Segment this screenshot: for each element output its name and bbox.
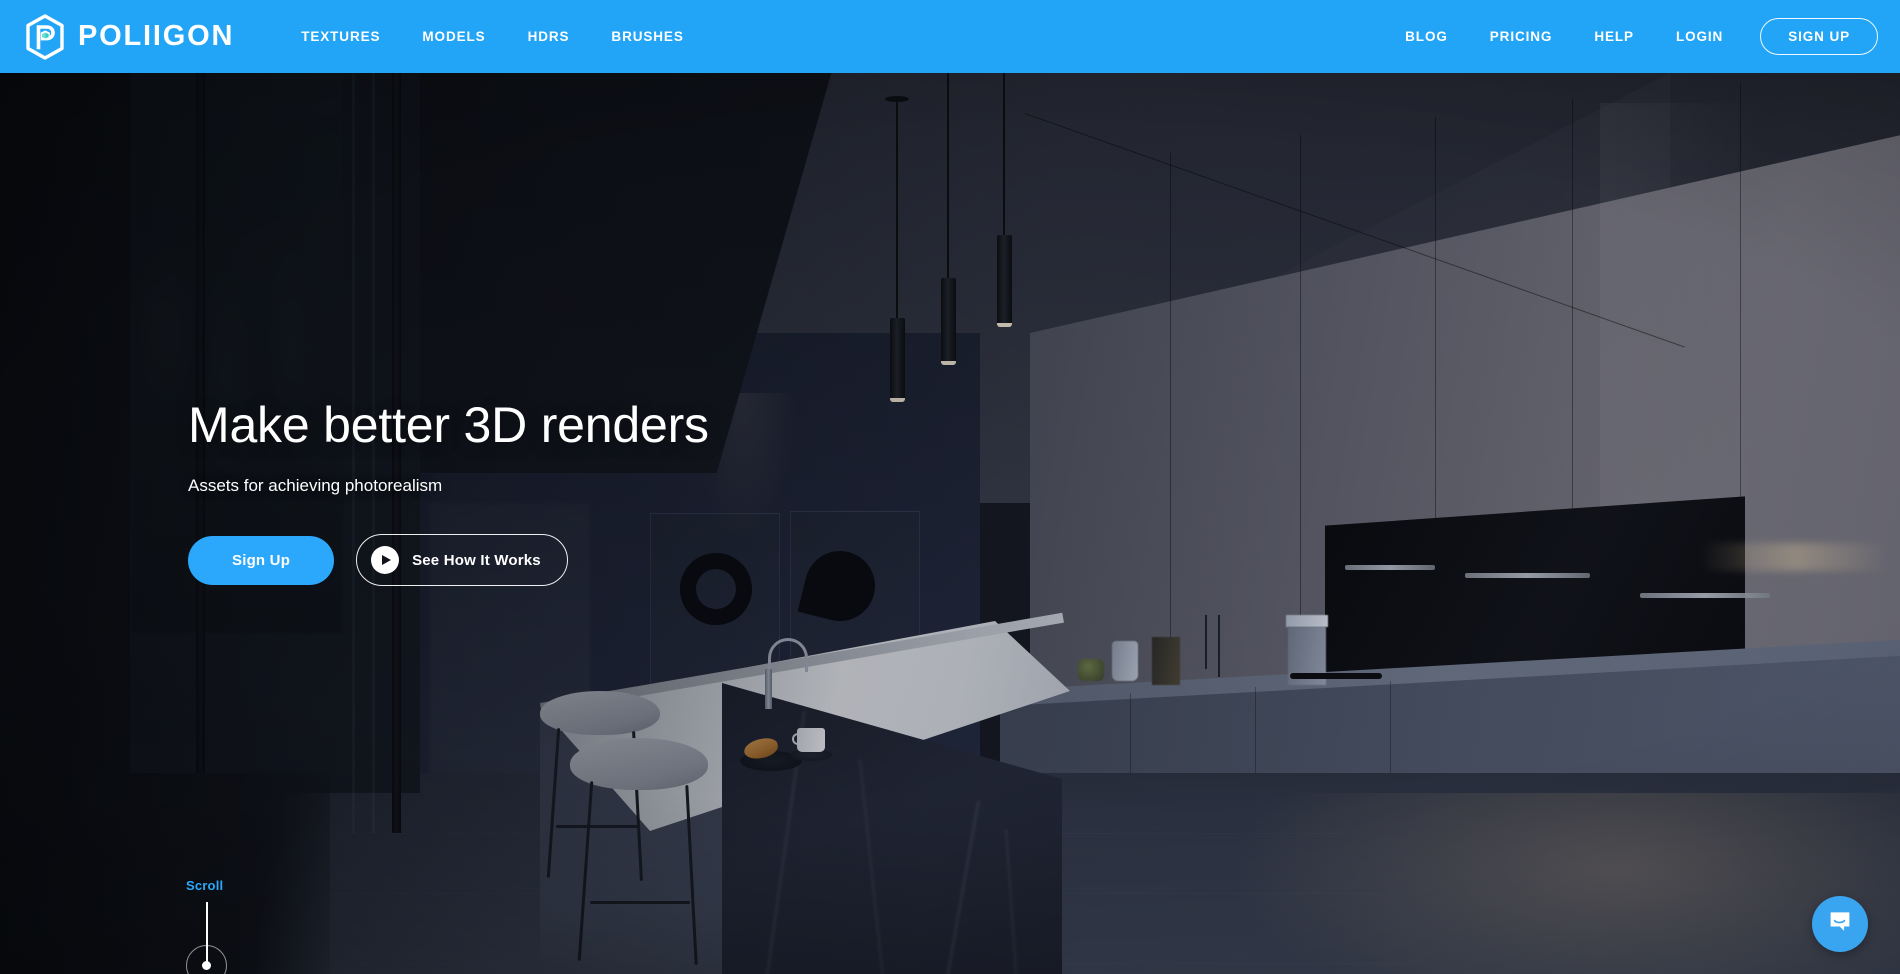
nav-item-textures[interactable]: TEXTURES	[280, 0, 401, 73]
site-header: POLIIGON TEXTURES MODELS HDRS BRUSHES BL…	[0, 0, 1900, 73]
chat-bubble-icon	[1827, 909, 1853, 940]
logo-wordmark: POLIIGON	[78, 20, 235, 52]
hero-signup-button[interactable]: Sign Up	[188, 535, 335, 585]
header-signup-button[interactable]: SIGN UP	[1760, 18, 1878, 55]
poliigon-hexagon-logo-icon	[24, 13, 66, 60]
secondary-navigation: BLOG PRICING HELP LOGIN SIGN UP	[1384, 0, 1878, 73]
chat-widget-button[interactable]	[1812, 896, 1868, 952]
floor-shadow-left	[0, 773, 330, 974]
coffee-cup	[797, 728, 825, 752]
hero-section: Make better 3D renders Assets for achiev…	[0, 73, 1900, 974]
nav-item-hdrs[interactable]: HDRS	[507, 0, 591, 73]
pendant-light-glow	[997, 323, 1012, 327]
island-faucet-stem	[765, 669, 772, 709]
espresso-machine-top	[1286, 615, 1328, 627]
hero-title: Make better 3D renders	[188, 397, 709, 453]
pendant-cord	[1003, 73, 1005, 238]
fruit-bowl	[1078, 659, 1104, 681]
see-how-it-works-button[interactable]: See How It Works	[356, 534, 568, 586]
appliance-handle	[1465, 573, 1590, 578]
hero-content: Make better 3D renders Assets for achiev…	[188, 398, 1088, 586]
marble-vein	[1005, 829, 1021, 974]
pot-filler-faucet	[1290, 673, 1382, 679]
nav-item-help[interactable]: HELP	[1573, 0, 1655, 73]
pendant-body	[890, 318, 905, 400]
island-faucet-arc	[768, 638, 808, 672]
pendant-light-glow	[941, 361, 956, 365]
appliance-handle	[1345, 565, 1435, 570]
marble-vein	[858, 759, 888, 974]
pendant-body	[941, 278, 956, 363]
nav-item-models[interactable]: MODELS	[401, 0, 506, 73]
pendant-cord	[896, 99, 898, 321]
hero-subtitle: Assets for achieving photorealism	[188, 476, 443, 495]
appliance-handle	[1640, 593, 1770, 598]
oven-glow	[1700, 543, 1890, 571]
scroll-indicator[interactable]: Scroll	[186, 878, 246, 974]
logo-home-link[interactable]: POLIIGON	[24, 13, 235, 60]
nav-item-login[interactable]: LOGIN	[1655, 0, 1744, 73]
play-icon	[371, 546, 400, 574]
scroll-dot	[202, 961, 211, 970]
hanging-utensil	[1218, 615, 1220, 677]
primary-navigation: TEXTURES MODELS HDRS BRUSHES	[280, 0, 705, 73]
nav-item-blog[interactable]: BLOG	[1384, 0, 1469, 73]
pendant-cord	[947, 73, 949, 281]
nav-item-pricing[interactable]: PRICING	[1469, 0, 1574, 73]
pendant-body	[997, 235, 1012, 325]
knife-block	[1152, 637, 1180, 685]
hero-cta-group: Sign Up See How It Works	[188, 534, 1088, 586]
floor-warm-light	[1200, 793, 1900, 974]
scroll-label: Scroll	[186, 878, 224, 893]
see-how-it-works-label: See How It Works	[412, 551, 541, 569]
marble-vein	[937, 800, 980, 974]
nav-item-brushes[interactable]: BRUSHES	[590, 0, 704, 73]
kettle	[1112, 641, 1138, 681]
hanging-utensil	[1205, 615, 1207, 669]
